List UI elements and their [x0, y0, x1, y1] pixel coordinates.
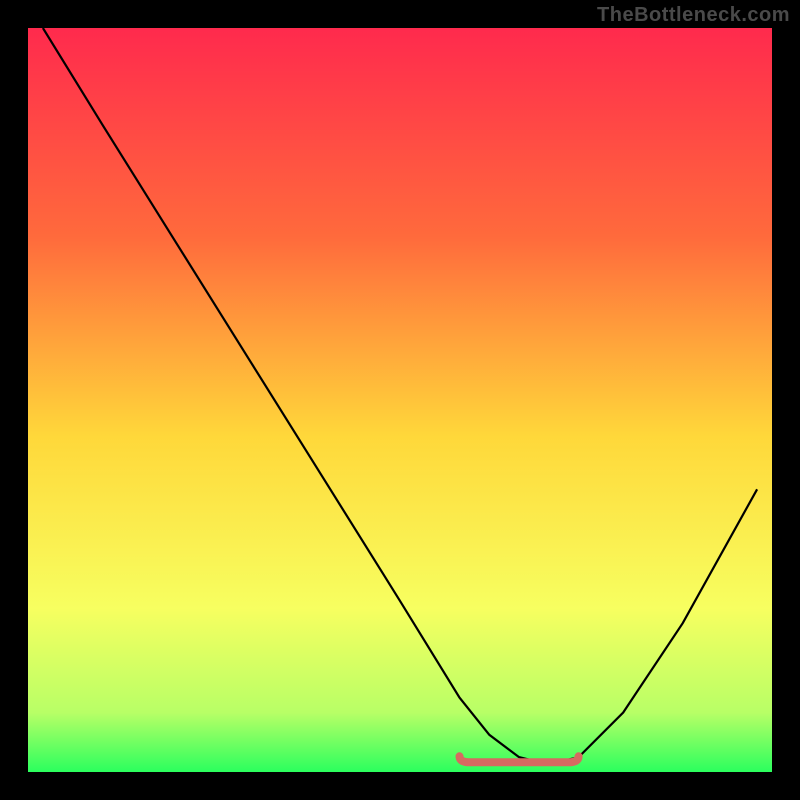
chart-svg — [28, 28, 772, 772]
plot-area — [28, 28, 772, 772]
chart-frame: TheBottleneck.com — [0, 0, 800, 800]
watermark-text: TheBottleneck.com — [597, 4, 790, 27]
gradient-background — [28, 28, 772, 772]
